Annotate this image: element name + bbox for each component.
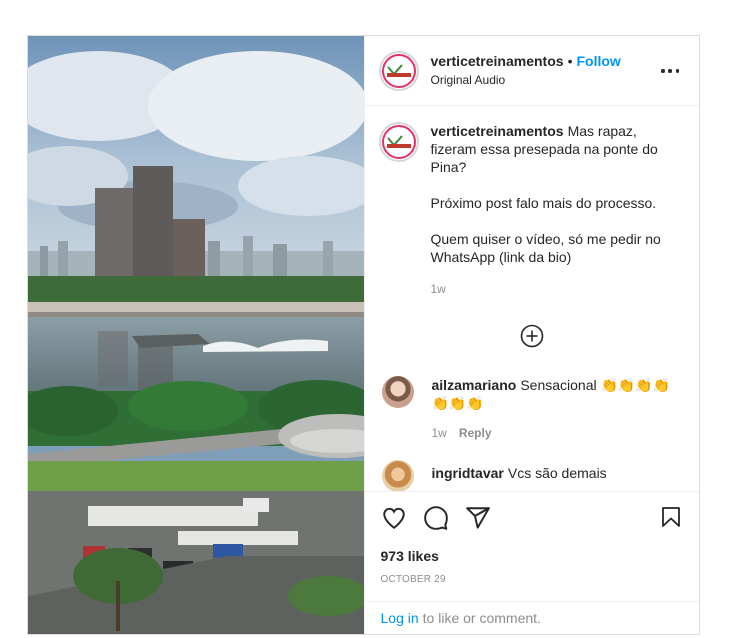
comment-icon[interactable]	[423, 505, 449, 531]
load-more-comments[interactable]	[379, 324, 686, 348]
comment-username[interactable]: ailzamariano	[432, 377, 517, 393]
reply-button[interactable]: Reply	[459, 426, 492, 440]
vertice-logo-icon	[381, 125, 416, 159]
comment-username[interactable]: ingridtavar	[432, 465, 504, 481]
comments-section[interactable]: verticetreinamentos Mas rapaz, fizeram es…	[365, 106, 700, 491]
caption-line-3: Quem quiser o vídeo, só me pedir no What…	[430, 231, 661, 265]
post-actions: 973 likes OCTOBER 29	[364, 491, 699, 601]
login-prompt: Log in to like or comment.	[364, 601, 699, 634]
send-icon[interactable]	[465, 505, 491, 531]
like-count[interactable]: 973 likes	[381, 548, 684, 564]
post-card: verticetreinamentos • Follow Original Audi…	[27, 35, 700, 635]
plus-circle-icon[interactable]	[520, 324, 544, 348]
bookmark-icon[interactable]	[659, 504, 683, 530]
login-suffix: to like or comment.	[422, 610, 541, 626]
post-video[interactable]	[28, 36, 364, 634]
comment-item: ailzamariano Sensacional 👏👏👏👏👏👏👏 1w Reply	[379, 376, 686, 442]
more-options-icon[interactable]	[661, 62, 679, 80]
commenter-avatar[interactable]	[381, 460, 414, 491]
login-link[interactable]: Log in	[381, 610, 419, 626]
vertice-logo-icon	[381, 53, 416, 88]
comment-body: ailzamariano Sensacional 👏👏👏👏👏👏👏 1w Reply	[432, 376, 684, 442]
follow-button[interactable]: Follow	[576, 53, 620, 69]
heart-icon[interactable]	[381, 505, 407, 531]
caption-time[interactable]: 1w	[431, 280, 683, 298]
caption-line-1: verticetreinamentos Mas rapaz, fizeram es…	[431, 122, 683, 176]
separator-dot: •	[567, 52, 573, 69]
post-date[interactable]: OCTOBER 29	[381, 574, 684, 585]
comment-item: ingridtavar Vcs são demais	[379, 460, 686, 491]
author-avatar[interactable]	[378, 50, 419, 91]
action-icons	[381, 504, 684, 532]
comment-meta: 1w Reply	[432, 424, 684, 442]
header-text: verticetreinamentos • Follow Original Audi…	[431, 52, 621, 90]
video-frame-image	[28, 36, 364, 634]
caption-line-2: Próximo post falo mais do processo.	[430, 195, 657, 211]
comment-text: Vcs são demais	[507, 465, 607, 481]
post-sidebar: verticetreinamentos • Follow Original Audi…	[363, 36, 700, 634]
comment-body: ingridtavar Vcs são demais	[432, 460, 684, 491]
caption-author-avatar[interactable]	[378, 122, 419, 162]
caption: verticetreinamentos Mas rapaz, fizeram es…	[378, 122, 686, 298]
caption-username[interactable]: verticetreinamentos	[431, 123, 564, 139]
commenter-avatar[interactable]	[381, 376, 414, 408]
audio-label[interactable]: Original Audio	[431, 71, 621, 90]
post-header: verticetreinamentos • Follow Original Audi…	[364, 36, 699, 106]
author-username[interactable]: verticetreinamentos	[431, 53, 564, 69]
comment-time[interactable]: 1w	[432, 426, 447, 440]
caption-body: verticetreinamentos Mas rapaz, fizeram es…	[431, 122, 683, 298]
